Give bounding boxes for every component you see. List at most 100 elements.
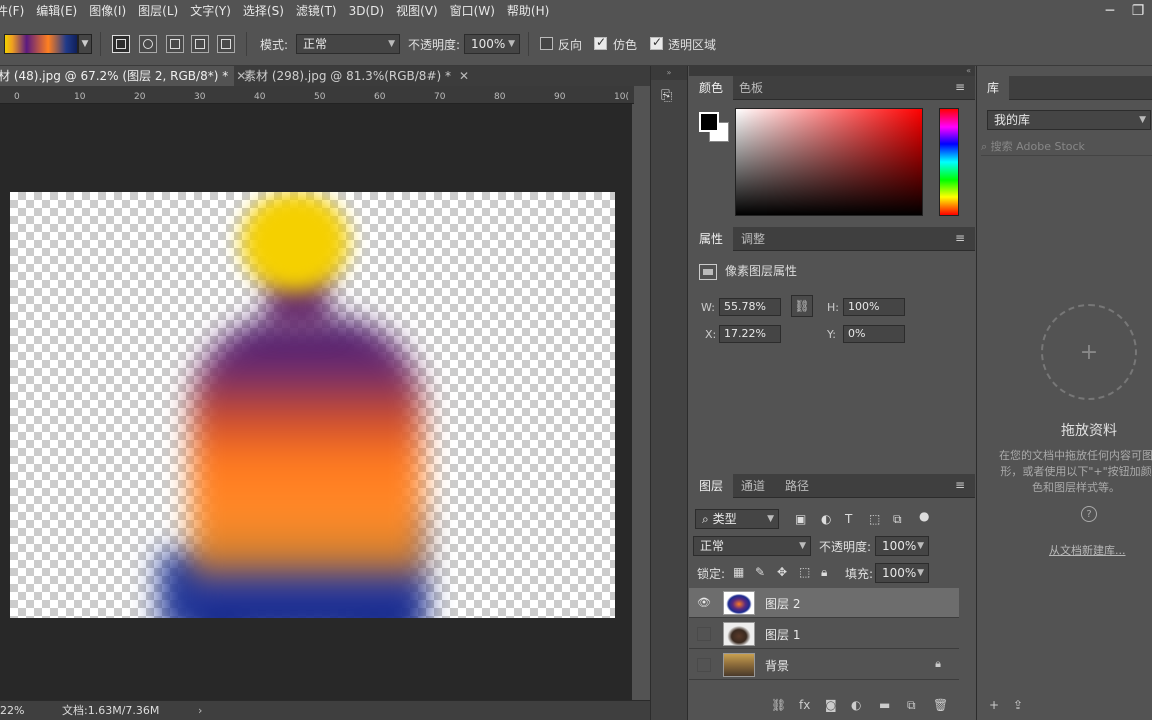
fx-icon[interactable]: fx: [799, 698, 810, 712]
document-canvas[interactable]: ⌖: [10, 192, 615, 618]
new-from-document-link[interactable]: 从文档新建库...: [1049, 542, 1126, 558]
chevron-down-icon: ▼: [917, 568, 924, 578]
filter-toggle-icon[interactable]: ●: [919, 509, 929, 523]
layer-opacity-field[interactable]: 100% ▼: [875, 536, 929, 556]
tab-color[interactable]: 颜色: [689, 76, 734, 100]
link-icon[interactable]: ⛓: [791, 295, 813, 317]
lock-position-icon[interactable]: ✥: [777, 565, 787, 579]
panel-menu-icon[interactable]: ≡: [955, 479, 967, 491]
menu-edit[interactable]: 编辑(E): [30, 0, 83, 22]
tab-properties[interactable]: 属性: [689, 227, 734, 251]
lock-pixels-icon[interactable]: ✎: [755, 565, 765, 579]
lock-all-icon[interactable]: 🔒︎: [821, 565, 827, 580]
menu-file[interactable]: 件(F): [0, 0, 30, 22]
visibility-toggle[interactable]: [697, 658, 711, 672]
pixel-filter-icon[interactable]: ▣: [795, 512, 806, 526]
reflected-gradient-button[interactable]: [191, 35, 209, 53]
shape-filter-icon[interactable]: ⬚: [869, 512, 880, 526]
foreground-color-swatch[interactable]: [699, 112, 719, 132]
expand-icon[interactable]: «: [689, 66, 975, 76]
menu-window[interactable]: 窗口(W): [444, 0, 501, 22]
opacity-value: 100%: [471, 37, 506, 51]
doc-tab[interactable]: 素材 (298).jpg @ 81.3%(RGB/8#) * ✕: [234, 66, 469, 86]
height-field[interactable]: 100%: [843, 298, 905, 316]
divider: [528, 32, 529, 56]
layer-row[interactable]: 图层 1: [689, 619, 959, 649]
mode-select[interactable]: 正常 ▼: [296, 34, 400, 54]
transparency-checkbox[interactable]: [650, 35, 663, 50]
minimize-button[interactable]: ─: [1096, 0, 1124, 22]
plus-icon[interactable]: +: [989, 698, 999, 712]
doc-tab-active[interactable]: 材 (48).jpg @ 67.2% (图层 2, RGB/8*) * ✕: [0, 66, 246, 86]
tab-swatches[interactable]: 色板: [729, 76, 773, 100]
layer-filter-select[interactable]: ⌕ 类型 ▼: [695, 509, 779, 529]
gradient-swatch[interactable]: [4, 34, 78, 54]
menu-view[interactable]: 视图(V): [390, 0, 444, 22]
opacity-field[interactable]: 100% ▼: [464, 34, 520, 54]
chevron-down-icon: ▼: [81, 39, 89, 49]
adjustment-filter-icon[interactable]: ◐: [821, 512, 831, 526]
layer-row[interactable]: 背景 🔒︎: [689, 650, 959, 680]
ruler-tick: 80: [494, 92, 506, 102]
library-search[interactable]: ⌕ 搜索 Adobe Stock: [981, 138, 1152, 156]
reverse-checkbox[interactable]: [540, 37, 553, 50]
new-layer-icon[interactable]: ⧉: [907, 698, 916, 713]
dither-checkbox[interactable]: [594, 35, 607, 50]
trash-icon[interactable]: 🗑︎: [933, 698, 948, 712]
linear-gradient-button[interactable]: [112, 35, 130, 53]
eye-icon[interactable]: 👁︎: [697, 596, 711, 610]
menu-help[interactable]: 帮助(H): [501, 0, 555, 22]
x-field[interactable]: 17.22%: [719, 325, 781, 343]
properties-title: 像素图层属性: [725, 264, 798, 278]
history-icon[interactable]: ⎘: [661, 88, 679, 108]
library-select[interactable]: 我的库 ▼: [987, 110, 1151, 130]
add-icon[interactable]: +: [1041, 304, 1137, 400]
width-field[interactable]: 55.78%: [719, 298, 781, 316]
menu-select[interactable]: 选择(S): [237, 0, 290, 22]
fill-field[interactable]: 100% ▼: [875, 563, 929, 583]
angle-gradient-button[interactable]: [166, 35, 184, 53]
adjustment-layer-icon[interactable]: ◐: [851, 698, 861, 712]
lock-transparent-icon[interactable]: ▦: [733, 565, 744, 579]
add-mask-icon[interactable]: ◙: [825, 698, 837, 712]
collapse-icon[interactable]: »: [651, 66, 687, 80]
tab-adjustments[interactable]: 调整: [731, 227, 775, 251]
canvas-area[interactable]: ⌖: [0, 104, 632, 700]
layer-row[interactable]: 👁︎ 图层 2: [689, 588, 959, 618]
tab-libraries[interactable]: 库: [977, 76, 1010, 100]
panel-menu-icon[interactable]: ≡: [955, 81, 967, 93]
radial-gradient-button[interactable]: [139, 35, 157, 53]
menu-3d[interactable]: 3D(D): [343, 0, 390, 22]
diamond-gradient-button[interactable]: [217, 35, 235, 53]
type-filter-icon[interactable]: T: [845, 512, 852, 526]
tab-layers[interactable]: 图层: [689, 474, 734, 498]
new-group-icon[interactable]: ▬: [879, 698, 890, 712]
chevron-right-icon[interactable]: ›: [198, 701, 202, 720]
color-spectrum[interactable]: [735, 108, 923, 216]
y-field[interactable]: 0%: [843, 325, 905, 343]
zoom-level[interactable]: 22%: [0, 701, 24, 720]
blend-mode-select[interactable]: 正常 ▼: [693, 536, 811, 556]
menu-layer[interactable]: 图层(L): [132, 0, 184, 22]
opacity-label: 不透明度:: [408, 38, 461, 52]
panel-menu-icon[interactable]: ≡: [955, 232, 967, 244]
gradient-picker-dropdown[interactable]: ▼: [78, 34, 92, 54]
upload-icon[interactable]: ⇪: [1013, 698, 1023, 712]
help-icon[interactable]: ?: [1081, 506, 1097, 522]
link-layers-icon[interactable]: ⛓: [771, 698, 786, 712]
restore-button[interactable]: ❐: [1124, 0, 1152, 22]
menu-type[interactable]: 文字(Y): [184, 0, 237, 22]
tab-paths[interactable]: 路径: [775, 474, 819, 498]
tab-channels[interactable]: 通道: [731, 474, 775, 498]
visibility-toggle[interactable]: [697, 627, 711, 641]
options-bar: ▼ 模式: 正常▼ 不透明度: 100%▼ 反向 仿色 透明区域: [0, 22, 1152, 66]
chevron-down-icon: ▼: [508, 39, 515, 49]
mode-value: 正常: [303, 37, 328, 51]
smart-object-filter-icon[interactable]: ⧉: [893, 512, 902, 527]
lock-artboard-icon[interactable]: ⬚: [799, 565, 810, 579]
hue-slider[interactable]: [939, 108, 959, 216]
menu-filter[interactable]: 滤镜(T): [290, 0, 343, 22]
close-icon[interactable]: ✕: [459, 69, 469, 83]
drop-title: 拖放资料: [1061, 423, 1117, 439]
menu-image[interactable]: 图像(I): [83, 0, 132, 22]
